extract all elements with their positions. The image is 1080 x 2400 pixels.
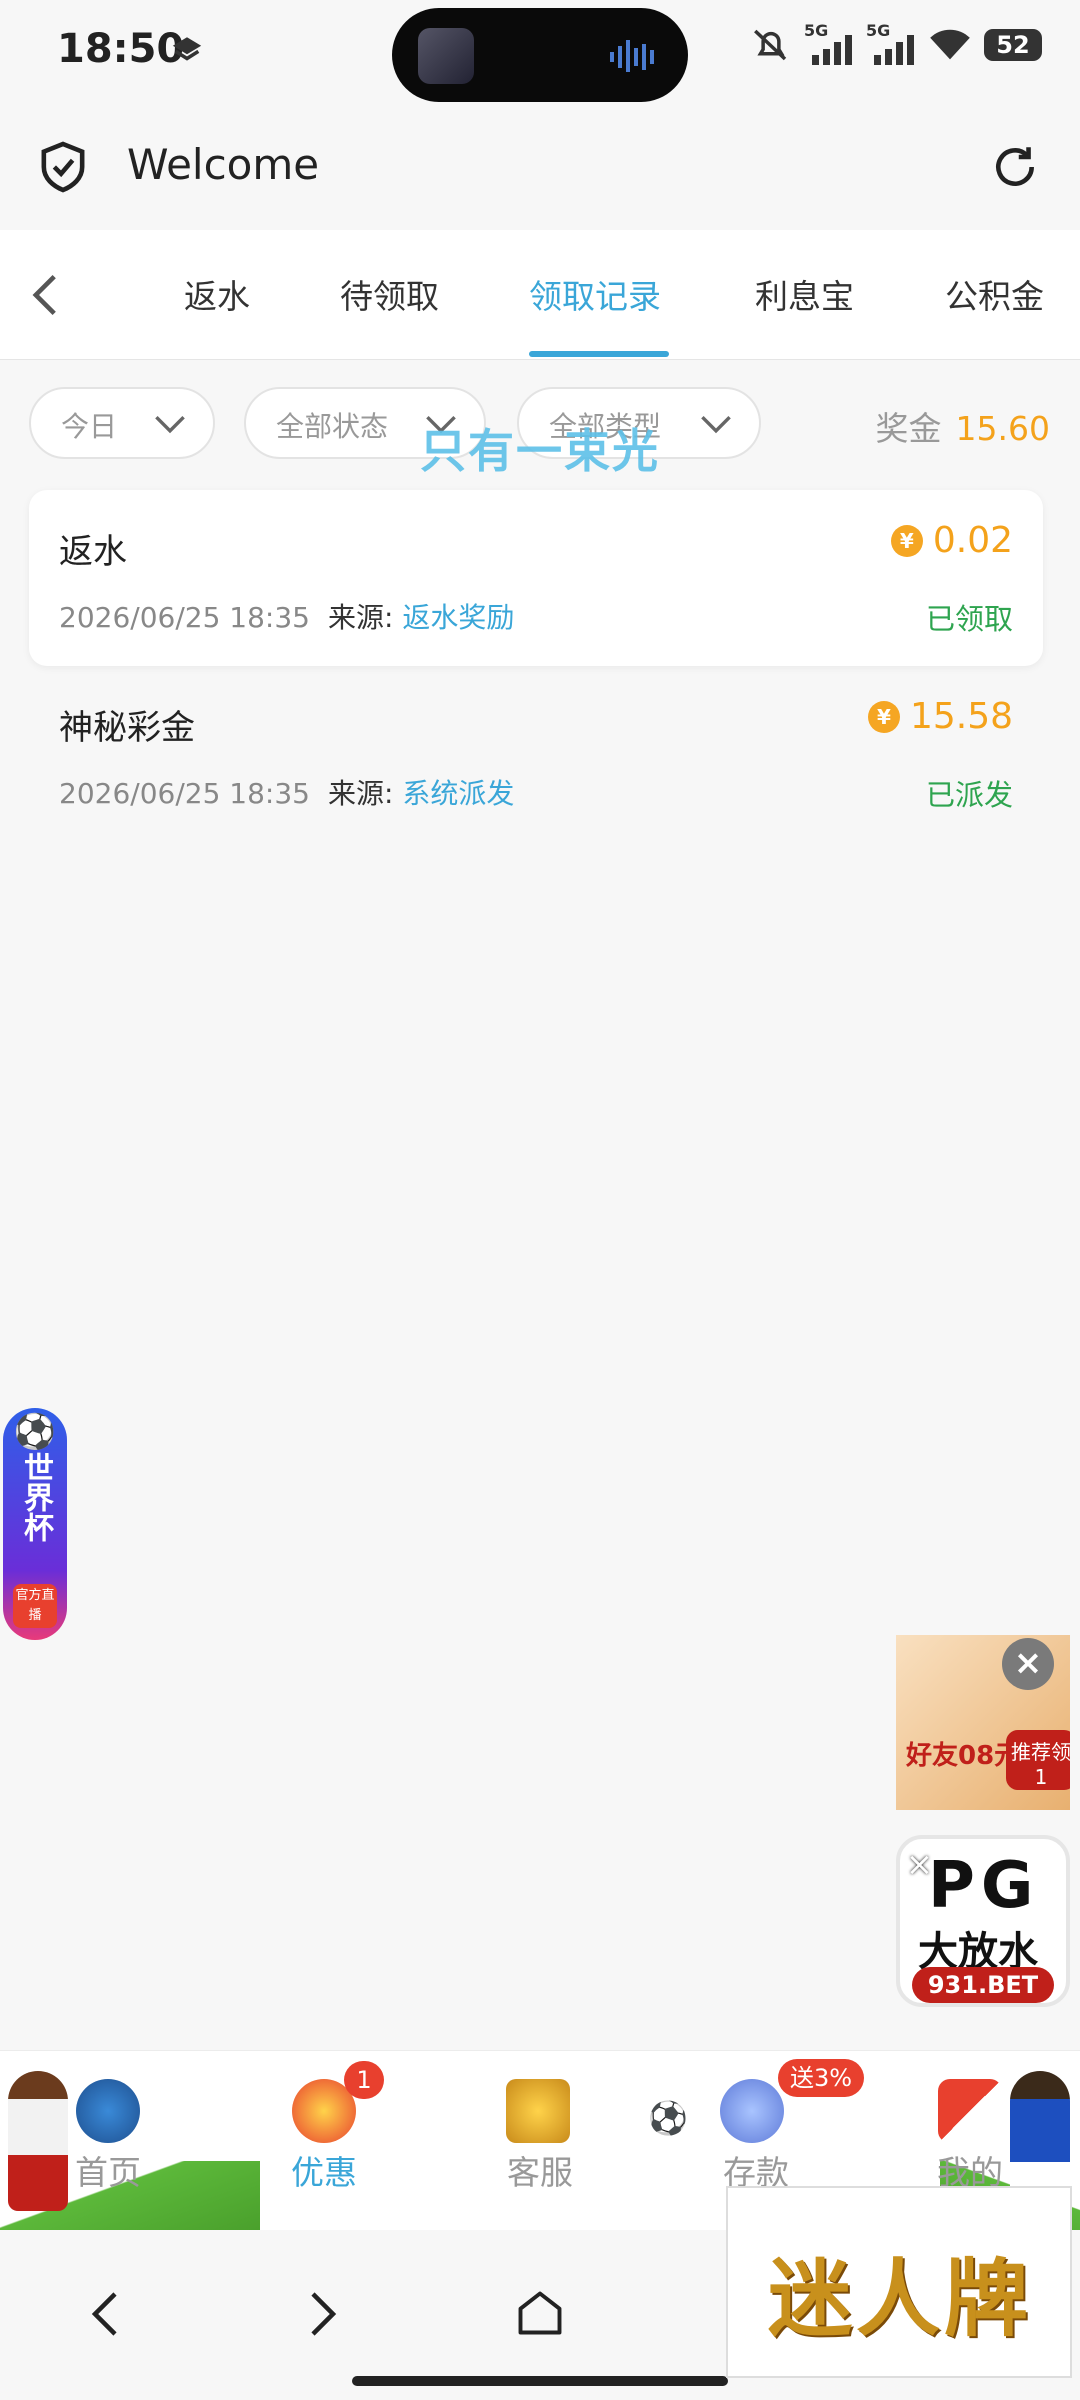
pg-logo-text: PG (928, 1849, 1040, 1923)
yuan-coin-icon: ¥ (867, 700, 900, 733)
tab-interest[interactable]: 利息宝 (755, 270, 854, 318)
record-source-label: 来源: (327, 601, 394, 634)
promo-right-text: 推荐领1 (1006, 1730, 1070, 1790)
record-amount-value: 15.58 (909, 696, 1013, 737)
record-meta: 2026/06/25 18:35 来源: 系统派发 (59, 772, 514, 812)
record-status: 已领取 (925, 602, 1013, 636)
stadium-icon (76, 2079, 140, 2143)
refresh-icon[interactable] (990, 142, 1040, 192)
home-indicator[interactable] (352, 2376, 728, 2386)
browser-forward-icon[interactable] (308, 2288, 338, 2340)
prize-total: 奖金 15.60 (876, 402, 1050, 450)
record-card: 返水 ¥ 0.02 2026/06/25 18:35 来源: 返水奖励 已领取 (29, 490, 1043, 666)
yuan-coin-icon: ¥ (890, 524, 923, 557)
date-filter-dropdown[interactable]: 今日 (29, 387, 215, 459)
brand-watermark-logo: 迷人牌 (726, 2186, 1072, 2378)
watermark-text: 只有一束光 (420, 424, 660, 478)
record-amount-value: 0.02 (932, 520, 1013, 561)
status-time: 18:50 (57, 26, 185, 72)
world-cup-float-button[interactable]: ⚽ 世界杯 官方直播 (3, 1408, 67, 1640)
close-promo-icon[interactable]: × (1002, 1638, 1054, 1690)
record-source-link[interactable]: 系统派发 (402, 777, 514, 810)
brand-logo-text: 迷人牌 (768, 2249, 1033, 2348)
pg-domain: 931.BET (912, 1967, 1054, 2003)
world-cup-text: 世界杯 (18, 1452, 53, 1542)
nav-home[interactable]: 首页 (48, 2146, 168, 2194)
active-tab-indicator (529, 351, 669, 357)
record-source-link[interactable]: 返水奖励 (402, 601, 514, 634)
prize-label: 奖金 (875, 409, 942, 448)
status-bar: 18:50 5G 5G 52 (0, 0, 1080, 110)
chevron-left-icon[interactable] (30, 272, 60, 318)
signal-5g-2-icon: 5G (866, 21, 916, 65)
pg-promo-banner[interactable]: PG 大放水 931.BET × (896, 1835, 1070, 2007)
chevron-down-icon (701, 415, 731, 434)
record-date: 2026/06/25 18:35 (59, 777, 310, 810)
record-status: 已派发 (925, 778, 1013, 812)
wifi-icon (930, 29, 970, 60)
record-source-label: 来源: (327, 777, 394, 810)
promo-left-text: 好友08元 (906, 1741, 1021, 1771)
battery-indicator: 52 (984, 29, 1042, 61)
dynamic-island (392, 8, 688, 102)
jersey-icon (938, 2079, 1002, 2143)
nav-promotions[interactable]: 优惠 (264, 2146, 384, 2194)
trophy-icon (506, 2079, 570, 2143)
soccer-ball-icon: ⚽ (648, 2099, 688, 2137)
tab-provident-fund[interactable]: 公积金 (945, 270, 1044, 318)
chevron-down-icon (155, 415, 185, 434)
status-filter-label: 全部状态 (276, 410, 389, 443)
record-amount: ¥ 0.02 (890, 520, 1013, 561)
live-tag: 官方直播 (13, 1584, 57, 1628)
record-amount: ¥ 15.58 (867, 696, 1013, 737)
app-header: Welcome (0, 110, 1080, 230)
page-title: Welcome (127, 140, 320, 189)
prize-value: 15.60 (955, 409, 1050, 448)
tab-claim-history[interactable]: 领取记录 (529, 270, 661, 318)
shield-check-icon (41, 141, 85, 193)
signal-5g-1-icon: 5G (804, 21, 854, 65)
record-title: 返水 (59, 532, 127, 572)
media-thumbnail (418, 28, 474, 84)
soccer-ball-icon: ⚽ (13, 1412, 57, 1452)
tab-rebate[interactable]: 返水 (184, 270, 250, 318)
deposit-boot-icon (720, 2079, 784, 2143)
layers-icon (172, 37, 202, 61)
status-icons: 5G 5G 52 (750, 21, 1042, 66)
browser-back-icon[interactable] (90, 2288, 120, 2340)
deposit-bonus-badge: 送3% (778, 2059, 864, 2097)
audio-wave-icon (610, 40, 654, 72)
tab-pending[interactable]: 待领取 (340, 270, 439, 318)
home-icon[interactable] (514, 2286, 566, 2340)
close-pg-icon[interactable]: × (906, 1845, 933, 1883)
mute-bell-icon (754, 29, 787, 61)
promo-count-badge: 1 (344, 2061, 384, 2099)
nav-support[interactable]: 客服 (480, 2146, 600, 2194)
date-filter-label: 今日 (61, 410, 118, 443)
category-tabs: 返水 待领取 领取记录 利息宝 公积金 (0, 230, 1080, 360)
record-title: 神秘彩金 (59, 708, 195, 748)
record-meta: 2026/06/25 18:35 来源: 返水奖励 (59, 596, 514, 636)
record-date: 2026/06/25 18:35 (59, 601, 310, 634)
record-card: 神秘彩金 ¥ 15.58 2026/06/25 18:35 来源: 系统派发 已派… (29, 666, 1043, 842)
